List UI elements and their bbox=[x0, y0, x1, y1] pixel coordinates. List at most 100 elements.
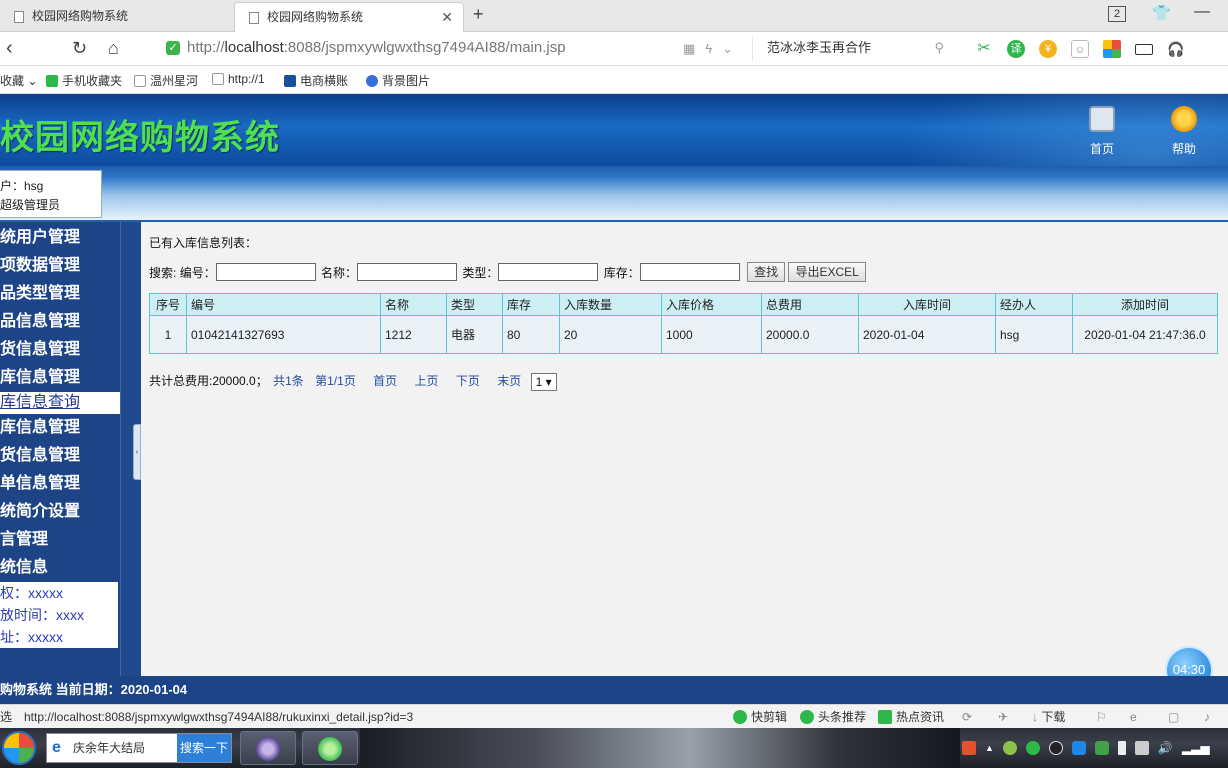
taskbar-search-input[interactable]: e 庆余年大结局 搜索一下 bbox=[46, 733, 232, 763]
header-home-link[interactable]: 首页 bbox=[1072, 106, 1132, 157]
wallpaper-strip bbox=[360, 728, 960, 768]
headline-button[interactable]: 头条推荐 bbox=[800, 705, 866, 729]
bookmark-ecommerce[interactable]: 电商横账 bbox=[284, 72, 348, 89]
page-select-value: 1 bbox=[535, 374, 543, 389]
bookmark-http[interactable]: http://1 bbox=[212, 72, 265, 86]
sidebar-item-data[interactable]: 项数据管理 bbox=[0, 252, 120, 280]
stock-input[interactable] bbox=[639, 263, 740, 281]
home-icon bbox=[1089, 106, 1115, 132]
sidebar-item-system-info[interactable]: 统信息 bbox=[0, 554, 120, 582]
cell-added-time: 2020-01-04 21:47:36.0 bbox=[1072, 315, 1218, 354]
sidebar-item-messages[interactable]: 言管理 bbox=[0, 526, 120, 554]
sidebar-address: 址：xxxxx bbox=[0, 626, 118, 648]
status-item-label: 快剪辑 bbox=[751, 710, 788, 724]
sidebar-item-outbound[interactable]: 货信息管理 bbox=[0, 442, 120, 470]
quick-edit-button[interactable]: 快剪辑 bbox=[733, 705, 787, 729]
browser-search-input[interactable]: 范冰冰李玉再合作 ⚲ bbox=[752, 37, 952, 61]
record-count: 共1条 bbox=[273, 374, 304, 388]
next-page-link[interactable]: 下页 bbox=[456, 374, 480, 388]
browser-status-bar: 选 http://localhost:8088/jspmxywlgwxthsg7… bbox=[0, 704, 1228, 728]
battery-tray-icon[interactable] bbox=[1117, 741, 1126, 755]
money-icon[interactable]: ¥ bbox=[1039, 40, 1057, 58]
hot-news-button[interactable]: 热点资讯 bbox=[878, 705, 944, 729]
page-icon bbox=[134, 75, 146, 87]
start-button[interactable] bbox=[2, 731, 36, 765]
sidebar-item-stock-query[interactable]: 库信息查询 bbox=[0, 392, 120, 414]
signal-icon[interactable]: ▂▃▅ bbox=[1182, 741, 1210, 755]
plus-icon[interactable] bbox=[1002, 741, 1017, 755]
home-icon[interactable]: ⌂ bbox=[108, 37, 119, 59]
taskbar-app-eclipse[interactable] bbox=[240, 731, 296, 765]
prev-page-link[interactable]: 上页 bbox=[414, 374, 438, 388]
col-header: 库存 bbox=[502, 293, 560, 316]
first-page-link[interactable]: 首页 bbox=[373, 374, 397, 388]
collapse-arrow-icon[interactable]: ‹ bbox=[133, 424, 141, 480]
s-app-icon[interactable] bbox=[962, 741, 976, 755]
shield-tray-icon[interactable] bbox=[1071, 741, 1086, 755]
usb-icon[interactable] bbox=[1134, 741, 1149, 755]
volume-icon[interactable]: 🔊 bbox=[1158, 741, 1173, 755]
window-icon[interactable]: ▢ bbox=[1168, 705, 1179, 729]
scissors-icon[interactable]: ✂ bbox=[975, 40, 993, 58]
bookmark-mobile[interactable]: 手机收藏夹 bbox=[46, 72, 122, 89]
last-page-link[interactable]: 末页 bbox=[497, 374, 521, 388]
bookmarks-bar: 收藏 ⌄ 手机收藏夹 温州星河 http://1 电商横账 背景图片 bbox=[0, 66, 1228, 94]
header-help-link[interactable]: 帮助 bbox=[1154, 106, 1214, 157]
page-info: 第1/1页 bbox=[315, 374, 356, 388]
security-icon[interactable] bbox=[1094, 741, 1109, 755]
status-item-label: 热点资讯 bbox=[896, 710, 945, 724]
sidebar-item-goods[interactable]: 货信息管理 bbox=[0, 336, 120, 364]
refresh-status-icon[interactable]: ⟳ bbox=[962, 705, 972, 729]
page-icon bbox=[212, 73, 224, 85]
cell-price: 1000 bbox=[661, 315, 762, 354]
translate-icon[interactable]: 译 bbox=[1007, 40, 1025, 58]
flag-icon[interactable]: ⚐ bbox=[1096, 705, 1107, 729]
download-button[interactable]: ↓ 下载 bbox=[1032, 705, 1065, 729]
new-tab-icon[interactable]: + bbox=[473, 4, 484, 25]
sidebar-item-products[interactable]: 品信息管理 bbox=[0, 308, 120, 336]
sidebar-item-product-types[interactable]: 品类型管理 bbox=[0, 280, 120, 308]
taskbar-search-button[interactable]: 搜索一下 bbox=[177, 734, 231, 762]
sidebar-item-intro[interactable]: 统简介设置 bbox=[0, 498, 120, 526]
headphones-icon[interactable]: 🎧 bbox=[1167, 40, 1185, 58]
news-icon bbox=[878, 710, 892, 724]
minimize-icon[interactable]: — bbox=[1194, 3, 1210, 21]
bookmark-favorites[interactable]: 收藏 ⌄ bbox=[0, 72, 37, 89]
taskbar-app-browser[interactable] bbox=[302, 731, 358, 765]
status-link-url: http://localhost:8088/jspmxywlgwxthsg749… bbox=[24, 710, 414, 724]
sidebar-item-orders[interactable]: 单信息管理 bbox=[0, 470, 120, 498]
sound-icon[interactable]: ♪ bbox=[1204, 705, 1210, 729]
sidebar-item-system-users[interactable]: 统用户管理 bbox=[0, 224, 120, 252]
page-select[interactable]: 1 ▾ bbox=[530, 372, 557, 391]
tray-expand-icon[interactable]: ▲ bbox=[985, 743, 994, 753]
system-tray: ▲ 🔊 ▂▃▅ bbox=[962, 728, 1210, 768]
refresh-icon[interactable]: ↻ bbox=[72, 37, 87, 59]
pin-icon[interactable]: ✈ bbox=[998, 705, 1008, 729]
apps-icon[interactable] bbox=[1103, 40, 1121, 58]
type-input[interactable] bbox=[498, 263, 599, 281]
qq-icon[interactable] bbox=[1048, 741, 1063, 755]
browser-tray-icon[interactable] bbox=[1025, 741, 1040, 755]
find-button[interactable]: 查找 bbox=[747, 262, 786, 282]
tab-count-badge[interactable]: 2 bbox=[1108, 6, 1126, 22]
bookmark-backgrounds[interactable]: 背景图片 bbox=[366, 72, 430, 89]
image-icon[interactable]: ☺ bbox=[1071, 40, 1089, 58]
url-tools-icons[interactable]: ▦ϟ⌄ bbox=[683, 41, 743, 57]
ie-mode-icon[interactable]: e bbox=[1130, 705, 1137, 729]
search-icon[interactable]: ⚲ bbox=[934, 37, 944, 59]
bookmark-wenzhou[interactable]: 温州星河 bbox=[134, 72, 198, 89]
back-icon[interactable]: ‹ bbox=[6, 37, 13, 59]
cell-index: 1 bbox=[149, 315, 187, 354]
name-input[interactable] bbox=[357, 263, 458, 281]
pagination: 共计总费用:20000.0； 共1条 第1/1页 首页 上页 下页 末页 1 ▾ bbox=[149, 372, 557, 391]
sidebar-item-stock[interactable]: 库信息管理 bbox=[0, 364, 120, 392]
table-row[interactable]: 1 01042141327693 1212 电器 80 20 1000 2000… bbox=[149, 315, 1218, 354]
sidebar-item-inbound[interactable]: 库信息管理 bbox=[0, 414, 120, 442]
browser-tab[interactable]: 校园网络购物系统 bbox=[0, 2, 230, 32]
col-header: 入库价格 bbox=[661, 293, 762, 316]
close-tab-icon[interactable]: ✕ bbox=[441, 3, 453, 31]
shirt-icon[interactable]: 👕 bbox=[1152, 4, 1171, 22]
browser-tab-active[interactable]: 校园网络购物系统 ✕ bbox=[234, 2, 464, 32]
code-input[interactable] bbox=[215, 263, 316, 281]
export-excel-button[interactable]: 导出EXCEL bbox=[788, 262, 866, 282]
